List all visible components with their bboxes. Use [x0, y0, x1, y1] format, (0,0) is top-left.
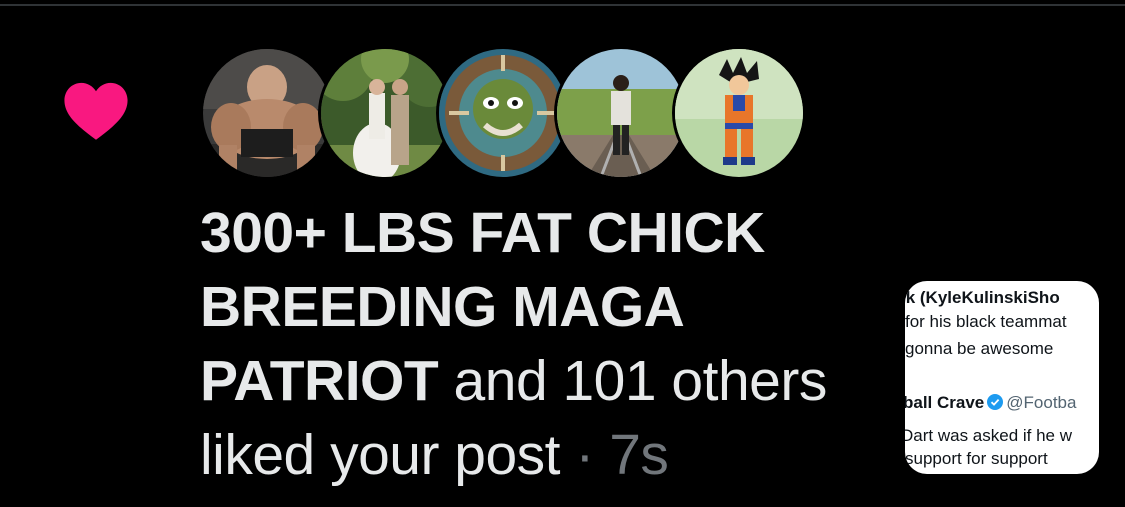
post-preview-thumbnail[interactable]: ık (KyleKulinskiSho for his black teamma… — [905, 281, 1099, 474]
preview-line-1: ık (KyleKulinskiSho — [905, 288, 1060, 307]
preview-line-6: support for support — [905, 449, 1048, 468]
preview-author-handle: @Footba — [1006, 393, 1077, 412]
separator: · — [560, 423, 610, 487]
divider — [0, 4, 1125, 6]
preview-line-5: Dart was asked if he w — [905, 426, 1073, 445]
notification-row[interactable]: 300+ LBS FAT CHICK BREEDING MAGA PATRIOT… — [0, 0, 1125, 507]
timestamp: 7s — [609, 423, 669, 487]
avatar-wedding-couple[interactable] — [318, 46, 452, 180]
heart-icon — [64, 82, 128, 140]
preview-line-2: for his black teammat — [905, 312, 1067, 331]
avatar-illustrated-face[interactable] — [436, 46, 570, 180]
avatar-muscular-man[interactable] — [200, 46, 334, 180]
preview-author-name: ball Crave — [905, 393, 985, 412]
avatar-anime-character[interactable] — [672, 46, 806, 180]
preview-line-3: gonna be awesome — [905, 339, 1054, 358]
preview-author-row: ball Crave @Footba — [905, 392, 1076, 414]
verified-badge-icon — [987, 394, 1004, 410]
notification-text[interactable]: 300+ LBS FAT CHICK BREEDING MAGA PATRIOT… — [200, 196, 890, 492]
avatar-man-on-tracks[interactable] — [554, 46, 688, 180]
liker-avatars — [200, 46, 820, 180]
